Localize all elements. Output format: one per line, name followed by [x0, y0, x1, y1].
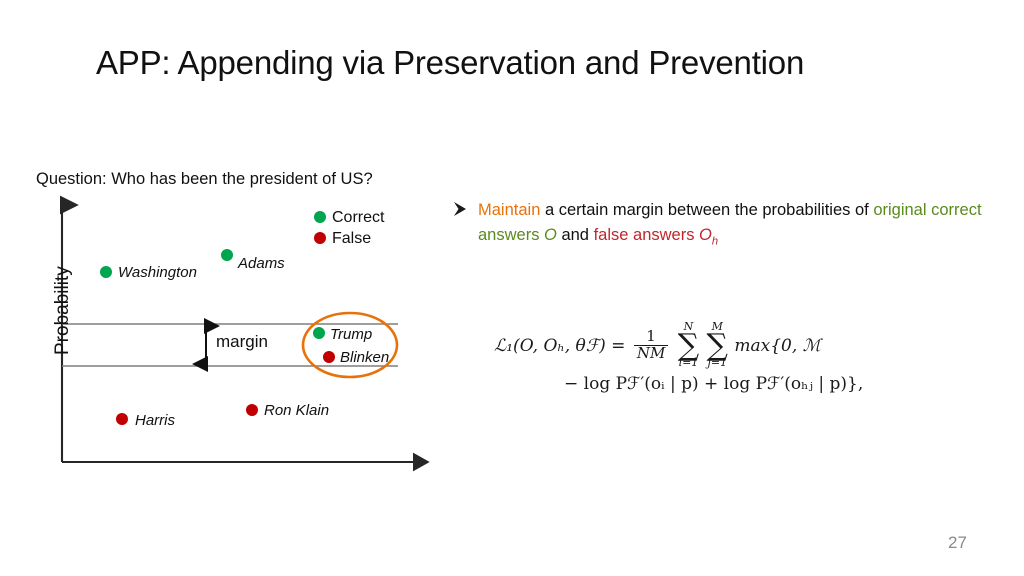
sigma-icon-2: ∑	[706, 328, 728, 363]
bullet-seg-Oh: O	[699, 226, 712, 244]
bullet-seg-false: false answers	[593, 226, 700, 244]
bullet-seg-maintain: Maintain	[478, 201, 541, 219]
point-label-adams: Adams	[238, 255, 285, 272]
legend-label-false: False	[332, 230, 372, 247]
legend-dot-false	[314, 232, 326, 244]
formula-max-part: max{0, ℳ	[734, 336, 821, 357]
point-label-washington: Washington	[118, 264, 197, 281]
bullet-seg-mid1: a certain margin between the probabiliti…	[540, 201, 874, 219]
point-label-blinken: Blinken	[340, 349, 390, 366]
formula-frac-denominator: NM	[633, 345, 669, 362]
bullet-text: Maintain a certain margin between the pr…	[478, 198, 990, 254]
formula-lhs: ℒ₁(O, Oₕ, θℱ) =	[494, 336, 626, 357]
chart-svg	[59, 195, 430, 472]
formula-sum-inner-bottom: j=1	[707, 356, 728, 370]
point-dot-blinken	[323, 351, 335, 363]
formula-sum-inner: M ∑ j=1	[707, 321, 728, 370]
highlight-ellipse	[301, 311, 399, 379]
formula-sum-outer: N ∑ i=1	[678, 321, 699, 370]
formula-sum-outer-bottom: i=1	[678, 356, 699, 370]
point-label-trump: Trump	[330, 326, 373, 343]
formula-line-1: ℒ₁(O, Oₕ, θℱ) = 1 NM N ∑ i=1 M ∑ j=1 max…	[494, 321, 914, 372]
point-dot-harris	[116, 413, 128, 425]
point-dot-ronklain	[246, 404, 258, 416]
probability-chart: Question: Who has been the president of …	[0, 0, 460, 500]
sigma-icon: ∑	[677, 328, 700, 363]
legend-dot-correct	[314, 211, 326, 223]
margin-label: margin	[216, 332, 268, 351]
formula-line-2: − log Pℱ′(oᵢ | p) + log Pℱ′(oₕⱼ | p)},	[564, 374, 864, 394]
page-number: 27	[948, 533, 967, 552]
formula-fraction: 1 NM	[633, 327, 669, 362]
loss-formula: ℒ₁(O, Oₕ, θℱ) = 1 NM N ∑ i=1 M ∑ j=1 max…	[494, 321, 914, 394]
formula-frac-numerator: 1	[646, 327, 656, 346]
bullet-seg-and: and	[556, 226, 594, 244]
bullet-seg-Oh-sub: h	[711, 235, 719, 248]
point-label-harris: Harris	[135, 412, 175, 429]
arrow-bullet-icon	[454, 202, 466, 216]
point-label-ronklain: Ron Klain	[264, 402, 330, 419]
y-axis-title: Probability	[52, 266, 73, 355]
legend-label-correct: Correct	[332, 209, 385, 226]
point-dot-trump	[313, 327, 325, 339]
bullet-seg-O: O	[544, 226, 557, 244]
point-dot-adams	[221, 249, 233, 261]
point-dot-washington	[100, 266, 112, 278]
